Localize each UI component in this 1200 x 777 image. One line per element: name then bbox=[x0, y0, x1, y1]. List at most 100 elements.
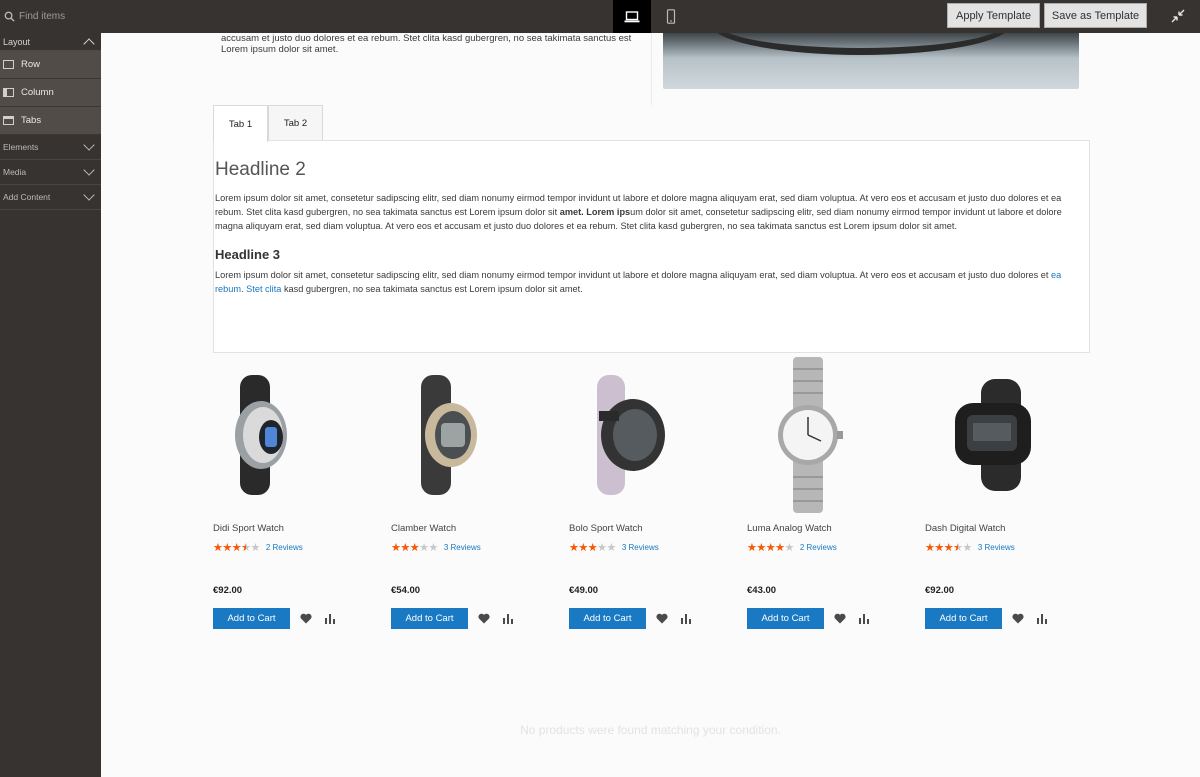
search-icon bbox=[4, 11, 15, 22]
product-image-luma-analog-watch[interactable] bbox=[747, 355, 907, 515]
product-price: €92.00 bbox=[925, 585, 955, 596]
reviews-link[interactable]: 2 Reviews bbox=[800, 543, 837, 552]
product-price: €43.00 bbox=[747, 585, 777, 596]
product-price: €54.00 bbox=[391, 585, 421, 596]
rating-stars: ★★★★★★★★★★ bbox=[925, 542, 972, 554]
add-content-section-header[interactable]: Add Content bbox=[0, 185, 101, 210]
bold-text: amet. Lorem ips bbox=[559, 207, 631, 217]
compare-icon[interactable] bbox=[502, 613, 514, 624]
product-price: €49.00 bbox=[569, 585, 599, 596]
apply-template-button[interactable]: Apply Template bbox=[947, 3, 1040, 28]
media-section-header[interactable]: Media bbox=[0, 160, 101, 185]
column-text: accusam et justo duo dolores et ea rebum… bbox=[221, 33, 632, 55]
heart-icon[interactable] bbox=[478, 613, 490, 624]
product-card: Luma Analog Watch ★★★★★★★★★★ 2 Reviews €… bbox=[747, 355, 907, 629]
rating-stars: ★★★★★★★★★★ bbox=[391, 542, 438, 554]
add-to-cart-button[interactable]: Add to Cart bbox=[925, 608, 1002, 629]
product-name[interactable]: Dash Digital Watch bbox=[925, 523, 1005, 534]
layout-item-label: Tabs bbox=[21, 115, 42, 126]
layout-section-header[interactable]: Layout bbox=[0, 33, 101, 51]
stet-clita-link[interactable]: Stet clita bbox=[246, 284, 281, 294]
product-list: Didi Sport Watch ★★★★★★★★★★ 2 Reviews €9… bbox=[213, 355, 1103, 629]
product-card: Bolo Sport Watch ★★★★★★★★★★ 3 Reviews €4… bbox=[569, 355, 729, 629]
heart-icon[interactable] bbox=[656, 613, 668, 624]
compare-icon[interactable] bbox=[858, 613, 870, 624]
paragraph-2: Lorem ipsum dolor sit amet, consetetur s… bbox=[215, 270, 1062, 294]
product-card: Didi Sport Watch ★★★★★★★★★★ 2 Reviews €9… bbox=[213, 355, 373, 629]
column-text-block[interactable]: accusam et justo duo dolores et ea rebum… bbox=[221, 33, 641, 55]
panel-sidebar: Layout Row Column Tabs Elements Media Ad… bbox=[0, 33, 101, 777]
no-products-message: No products were found matching your con… bbox=[520, 723, 781, 737]
tabs-icon bbox=[3, 116, 14, 125]
layout-item-label: Column bbox=[21, 87, 54, 98]
chevron-up-icon bbox=[83, 37, 95, 50]
product-name[interactable]: Clamber Watch bbox=[391, 523, 456, 534]
search-field[interactable]: Find items bbox=[0, 0, 100, 33]
rating-stars: ★★★★★★★★★★ bbox=[747, 542, 794, 554]
layout-item-row[interactable]: Row bbox=[0, 51, 101, 79]
desktop-view-button[interactable] bbox=[613, 0, 651, 33]
tab-2[interactable]: Tab 2 bbox=[268, 105, 323, 141]
chevron-down-icon bbox=[83, 189, 95, 201]
column-divider bbox=[651, 33, 652, 105]
product-rating: ★★★★★★★★★★ 2 Reviews bbox=[747, 541, 837, 554]
layout-item-column[interactable]: Column bbox=[0, 79, 101, 107]
compare-icon[interactable] bbox=[324, 613, 336, 624]
paragraph-1: Lorem ipsum dolor sit amet, consetetur s… bbox=[215, 193, 1062, 231]
product-card: Dash Digital Watch ★★★★★★★★★★ 3 Reviews … bbox=[925, 355, 1085, 629]
section-label: Add Content bbox=[3, 192, 51, 202]
reviews-link[interactable]: 3 Reviews bbox=[444, 543, 481, 552]
heart-icon[interactable] bbox=[300, 613, 312, 624]
section-label: Elements bbox=[3, 142, 39, 152]
tab-panel: Headline 2 Lorem ipsum dolor sit amet, c… bbox=[213, 140, 1090, 353]
reviews-link[interactable]: 3 Reviews bbox=[978, 543, 1015, 552]
product-rating: ★★★★★★★★★★ 3 Reviews bbox=[569, 541, 659, 554]
product-image-clamber-watch[interactable] bbox=[391, 355, 551, 515]
add-to-cart-button[interactable]: Add to Cart bbox=[569, 608, 646, 629]
layout-item-tabs[interactable]: Tabs bbox=[0, 107, 101, 135]
top-toolbar: Find items Apply Template Save as Templa… bbox=[0, 0, 1200, 33]
product-image-dash-digital-watch[interactable] bbox=[925, 355, 1085, 515]
layout-item-label: Row bbox=[21, 59, 41, 70]
tabs-element: Tab 1 Tab 2 Headline 2 Lorem ipsum dolor… bbox=[213, 105, 1200, 355]
product-image-bolo-sport-watch[interactable] bbox=[569, 355, 729, 515]
column-image[interactable] bbox=[663, 33, 1079, 89]
rating-stars: ★★★★★★★★★★ bbox=[569, 542, 616, 554]
heart-icon[interactable] bbox=[1012, 613, 1024, 624]
add-to-cart-button[interactable]: Add to Cart bbox=[747, 608, 824, 629]
product-image-didi-sport-watch[interactable] bbox=[213, 355, 373, 515]
reviews-link[interactable]: 2 Reviews bbox=[266, 543, 303, 552]
row-icon bbox=[3, 60, 14, 69]
phone-icon bbox=[666, 9, 676, 24]
product-rating: ★★★★★★★★★★ 3 Reviews bbox=[925, 541, 1015, 554]
product-rating: ★★★★★★★★★★ 2 Reviews bbox=[213, 541, 303, 554]
compare-icon[interactable] bbox=[680, 613, 692, 624]
chevron-down-icon bbox=[83, 139, 95, 151]
product-name[interactable]: Luma Analog Watch bbox=[747, 523, 832, 534]
layout-section-label: Layout bbox=[3, 36, 31, 47]
laptop-icon bbox=[624, 10, 640, 22]
chevron-down-icon bbox=[83, 164, 95, 176]
reviews-link[interactable]: 3 Reviews bbox=[622, 543, 659, 552]
mobile-view-button[interactable] bbox=[652, 0, 690, 33]
rating-stars: ★★★★★★★★★★ bbox=[213, 542, 260, 554]
add-to-cart-button[interactable]: Add to Cart bbox=[391, 608, 468, 629]
product-price: €92.00 bbox=[213, 585, 243, 596]
column-icon bbox=[3, 88, 14, 97]
section-label: Media bbox=[3, 167, 27, 177]
product-rating: ★★★★★★★★★★ 3 Reviews bbox=[391, 541, 481, 554]
collapse-fullscreen-icon[interactable] bbox=[1170, 8, 1186, 24]
product-name[interactable]: Bolo Sport Watch bbox=[569, 523, 643, 534]
tab-1[interactable]: Tab 1 bbox=[213, 105, 268, 142]
product-name[interactable]: Didi Sport Watch bbox=[213, 523, 284, 534]
headline-3: Headline 3 bbox=[215, 247, 281, 262]
headline-2: Headline 2 bbox=[215, 159, 306, 180]
save-as-template-button[interactable]: Save as Template bbox=[1044, 3, 1147, 28]
add-to-cart-button[interactable]: Add to Cart bbox=[213, 608, 290, 629]
compare-icon[interactable] bbox=[1036, 613, 1048, 624]
product-card: Clamber Watch ★★★★★★★★★★ 3 Reviews €54.0… bbox=[391, 355, 551, 629]
page-builder-stage: accusam et justo duo dolores et ea rebum… bbox=[101, 33, 1200, 777]
elements-section-header[interactable]: Elements bbox=[0, 135, 101, 160]
search-placeholder: Find items bbox=[19, 11, 66, 22]
heart-icon[interactable] bbox=[834, 613, 846, 624]
